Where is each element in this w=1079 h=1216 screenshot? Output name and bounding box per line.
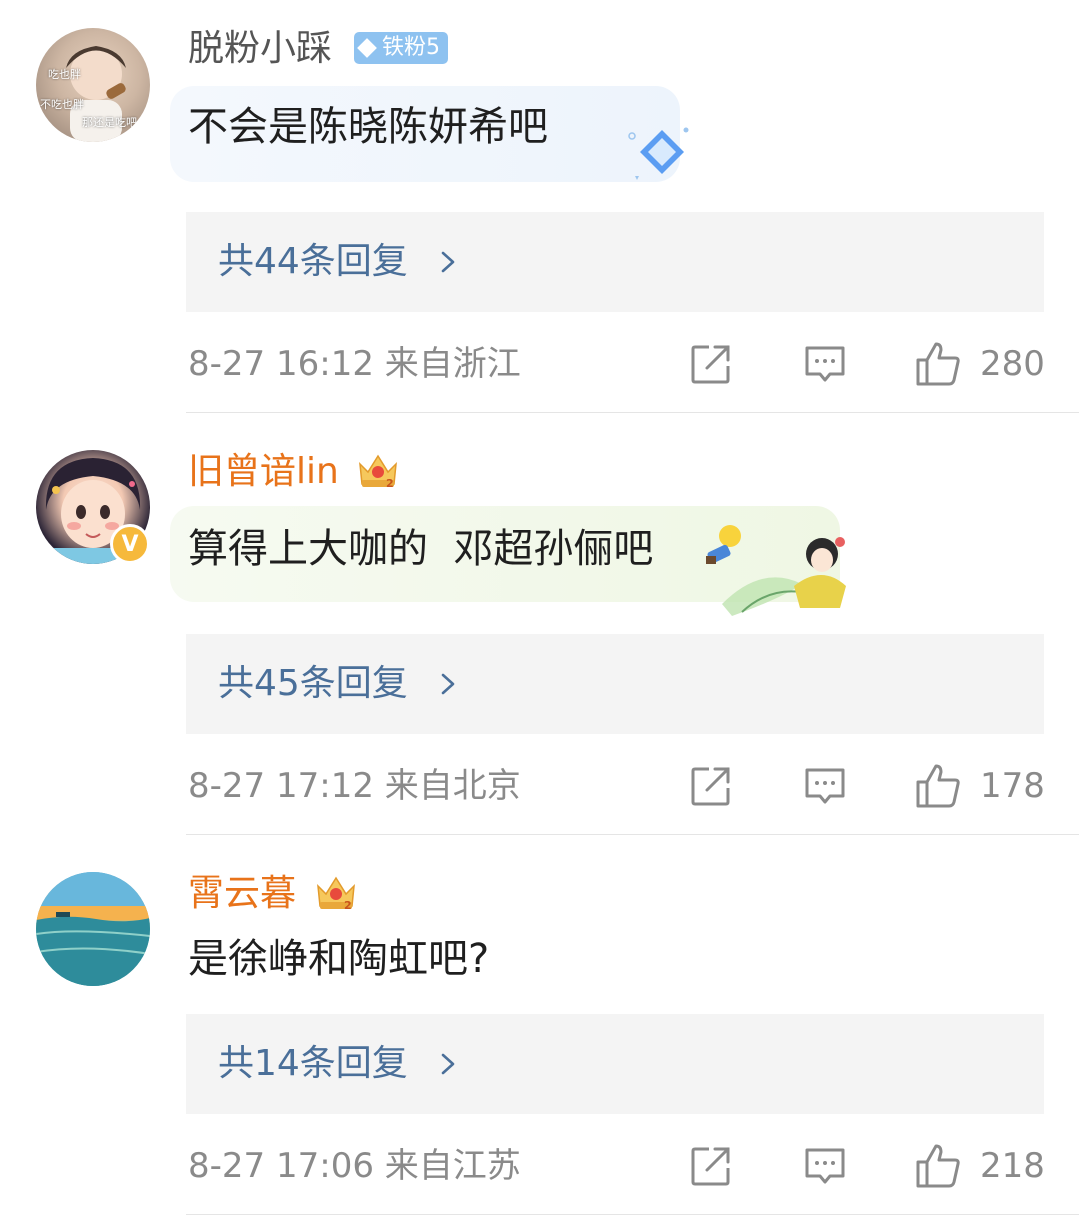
share-icon[interactable] [689,342,733,386]
verified-badge: V [110,524,150,564]
comment-icon[interactable] [803,764,847,808]
like-count: 178 [980,766,1045,806]
avatar[interactable]: 吃也胖 不吃也胖 那还是吃吧 [36,28,150,142]
comment-meta: 8-27 16:12 来自浙江 [188,344,521,384]
replies-box[interactable]: 共14条回复 [186,1014,1044,1114]
like-icon[interactable] [914,762,962,810]
username[interactable]: 霄云暮 [188,872,296,916]
share-icon[interactable] [689,1144,733,1188]
comment-text[interactable]: 是徐峥和陶虹吧? [188,934,489,984]
comment-item: V 旧曾谙lin 2 算得上大咖的 邓超孙俪吧 共45条回复 8-27 17:1… [0,414,1079,836]
avatar-caption: 那还是吃吧 [82,116,137,129]
like-icon[interactable] [914,1142,962,1190]
avatar-caption: 不吃也胖 [40,98,84,111]
chevron-right-icon [441,1053,455,1075]
chevron-right-icon [441,251,455,273]
username[interactable]: 脱粉小踩 [188,27,332,71]
like-count: 280 [980,344,1045,384]
view-replies-link[interactable]: 共44条回复 [218,240,408,284]
avatar-photo [36,872,150,986]
replies-box[interactable]: 共45条回复 [186,634,1044,734]
share-icon[interactable] [689,764,733,808]
like-icon[interactable] [914,340,962,388]
comment-item: 吃也胖 不吃也胖 那还是吃吧 脱粉小踩 铁粉5 不会是陈晓陈妍希吧 共44条回复… [0,0,1079,414]
comment-meta: 8-27 17:12 来自北京 [188,766,521,806]
chevron-right-icon [441,673,455,695]
svg-text:2: 2 [344,899,352,912]
comment-icon[interactable] [803,342,847,386]
comment-icon[interactable] [803,1144,847,1188]
like-count: 218 [980,1146,1045,1186]
svg-text:2: 2 [386,477,394,490]
diamond-decoration-icon [628,127,689,180]
comment-text[interactable]: 算得上大咖的 邓超孙俪吧 [188,524,653,574]
fan-level-badge[interactable]: 铁粉5 [354,32,448,64]
divider [186,412,1079,413]
fan-level-label: 铁粉5 [382,35,440,60]
character-decoration-icon [722,537,846,616]
replies-box[interactable]: 共44条回复 [186,212,1044,312]
divider [186,834,1079,835]
avatar-caption: 吃也胖 [48,68,81,81]
crown-badge-icon[interactable]: 2 [356,450,400,490]
username[interactable]: 旧曾谙lin [188,450,339,494]
comment-text[interactable]: 不会是陈晓陈妍希吧 [188,102,548,152]
comment-item: 霄云暮 2 是徐峥和陶虹吧? 共14条回复 8-27 17:06 来自江苏 21… [0,836,1079,1216]
comment-meta: 8-27 17:06 来自江苏 [188,1146,521,1186]
view-replies-link[interactable]: 共14条回复 [218,1042,408,1086]
view-replies-link[interactable]: 共45条回复 [218,662,408,706]
avatar[interactable] [36,872,150,986]
divider [186,1214,1079,1215]
diamond-icon [357,38,377,58]
crown-badge-icon[interactable]: 2 [314,872,358,912]
